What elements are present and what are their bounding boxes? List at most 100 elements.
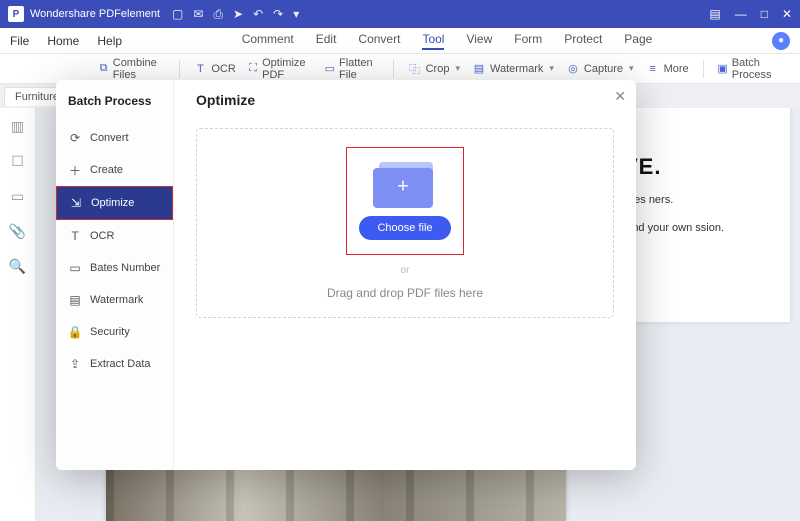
tool-optimize-pdf[interactable]: ⛶ Optimize PDF [242, 57, 319, 81]
tool-combine-files[interactable]: ⧉ Combine Files [92, 57, 170, 81]
create-icon: ＋ [68, 163, 82, 177]
tool-more-label: More [664, 63, 689, 75]
batch-item-bates[interactable]: ▭ Bates Number [56, 252, 173, 284]
maximize-icon[interactable]: □ [761, 7, 768, 21]
crop-icon: ⿻ [408, 62, 422, 76]
optimize-icon: ⛶ [248, 62, 258, 76]
tool-ocr[interactable]: T OCR [187, 62, 241, 76]
menu-file[interactable]: File [10, 34, 29, 48]
batch-process-modal: ✕ Batch Process ⟳ Convert ＋ Create ⇲ Optimi… [56, 80, 636, 470]
left-side-rail: ▥ ☐ ▭ 📎 🔍 [0, 108, 36, 521]
batch-sidebar-title: Batch Process [56, 86, 173, 122]
batch-item-label: Watermark [90, 294, 143, 306]
undo-icon[interactable]: ↶ [253, 7, 263, 21]
watermark-icon: ▤ [68, 293, 82, 307]
search-icon[interactable]: 🔍 [9, 258, 26, 275]
menu-tool[interactable]: Tool [422, 32, 444, 50]
tool-combine-label: Combine Files [113, 57, 165, 81]
comments-icon[interactable]: ▭ [11, 188, 24, 205]
choose-file-button[interactable]: Choose file [359, 216, 450, 240]
minimize-icon[interactable]: — [735, 7, 747, 21]
lock-icon: 🔒 [68, 325, 82, 339]
batch-item-label: Bates Number [90, 262, 160, 274]
menu-protect[interactable]: Protect [564, 32, 602, 50]
ocr-icon: T [68, 229, 82, 243]
flatten-icon: ▭ [325, 62, 335, 76]
bates-icon: ▭ [68, 261, 82, 275]
titlebar: P Wondershare PDFelement ▢ ✉ ⎙ ➤ ↶ ↷ ▾ ▤… [0, 0, 800, 28]
batch-item-security[interactable]: 🔒 Security [56, 316, 173, 348]
tool-optimize-label: Optimize PDF [262, 57, 312, 81]
convert-icon: ⟳ [68, 131, 82, 145]
chevron-down-icon: ▾ [629, 63, 634, 74]
combine-icon: ⧉ [98, 62, 108, 76]
user-avatar-icon[interactable]: ● [772, 32, 790, 50]
modal-close-icon[interactable]: ✕ [614, 88, 626, 105]
save-icon[interactable]: ✉ [193, 7, 203, 21]
batch-item-create[interactable]: ＋ Create [56, 154, 173, 186]
batch-item-label: Optimize [91, 197, 134, 209]
chevron-down-icon: ▾ [455, 63, 460, 74]
tool-batch-process[interactable]: ▣ Batch Process [711, 57, 790, 81]
batch-item-label: Security [90, 326, 130, 338]
batch-item-label: Extract Data [90, 358, 151, 370]
tool-capture-label: Capture [584, 63, 623, 75]
watermark-icon: ▤ [472, 62, 486, 76]
tool-watermark-label: Watermark [490, 63, 543, 75]
file-dropzone[interactable]: Choose file or Drag and drop PDF files h… [196, 128, 614, 318]
attachments-icon[interactable]: 📎 [9, 223, 26, 240]
menu-view[interactable]: View [466, 32, 492, 50]
batch-icon: ▣ [717, 62, 727, 76]
tool-flatten-file[interactable]: ▭ Flatten File [319, 57, 385, 81]
more-icon: ≡ [646, 62, 660, 76]
tool-crop[interactable]: ⿻ Crop ▾ [402, 62, 466, 76]
capture-icon: ◎ [566, 62, 580, 76]
chevron-down-icon: ▾ [549, 63, 554, 74]
or-divider-text: or [401, 265, 410, 276]
tool-ocr-label: OCR [211, 63, 235, 75]
tool-batch-label: Batch Process [732, 57, 784, 81]
batch-item-ocr[interactable]: T OCR [56, 220, 173, 252]
menu-convert[interactable]: Convert [358, 32, 400, 50]
batch-sidebar: Batch Process ⟳ Convert ＋ Create ⇲ Optimize… [56, 80, 174, 470]
batch-item-optimize[interactable]: ⇲ Optimize [56, 186, 173, 220]
batch-item-extract[interactable]: ⇪ Extract Data [56, 348, 173, 380]
thumbnails-icon[interactable]: ▥ [11, 118, 24, 135]
extract-icon: ⇪ [68, 357, 82, 371]
menu-page[interactable]: Page [624, 32, 652, 50]
batch-item-label: Create [90, 164, 123, 176]
menu-help[interactable]: Help [97, 34, 122, 48]
folder-plus-icon [373, 158, 437, 206]
bookmark-icon[interactable]: ☐ [11, 153, 24, 170]
batch-item-watermark[interactable]: ▤ Watermark [56, 284, 173, 316]
tool-crop-label: Crop [426, 63, 450, 75]
batch-item-convert[interactable]: ⟳ Convert [56, 122, 173, 154]
batch-main-title: Optimize [196, 92, 614, 108]
menu-comment[interactable]: Comment [242, 32, 294, 50]
settings-icon[interactable]: ▤ [709, 7, 720, 21]
tool-more[interactable]: ≡ More [640, 62, 695, 76]
share-icon[interactable]: ➤ [233, 7, 243, 21]
tool-capture[interactable]: ◎ Capture ▾ [560, 62, 640, 76]
customize-icon[interactable]: ▾ [293, 7, 299, 21]
titlebar-quick-actions: ▢ ✉ ⎙ ➤ ↶ ↷ ▾ [172, 7, 299, 22]
app-title: Wondershare PDFelement [30, 8, 160, 20]
ocr-icon: T [193, 62, 207, 76]
drag-drop-hint: Drag and drop PDF files here [327, 286, 483, 300]
print-icon[interactable]: ⎙ [213, 7, 223, 22]
batch-item-label: Convert [90, 132, 129, 144]
menu-form[interactable]: Form [514, 32, 542, 50]
window-controls: ▤ — □ ✕ [709, 7, 792, 21]
close-window-icon[interactable]: ✕ [782, 7, 792, 21]
menu-home[interactable]: Home [47, 34, 79, 48]
optimize-icon: ⇲ [69, 196, 83, 210]
tool-watermark[interactable]: ▤ Watermark ▾ [466, 62, 560, 76]
tool-flatten-label: Flatten File [339, 57, 379, 81]
redo-icon[interactable]: ↷ [273, 7, 283, 21]
menu-edit[interactable]: Edit [316, 32, 337, 50]
choose-file-highlight: Choose file [346, 147, 463, 255]
batch-main-panel: Optimize Choose file or Drag and drop PD… [174, 80, 636, 470]
menubar: File Home Help Comment Edit Convert Tool… [0, 28, 800, 54]
batch-item-label: OCR [90, 230, 114, 242]
open-icon[interactable]: ▢ [172, 7, 183, 21]
